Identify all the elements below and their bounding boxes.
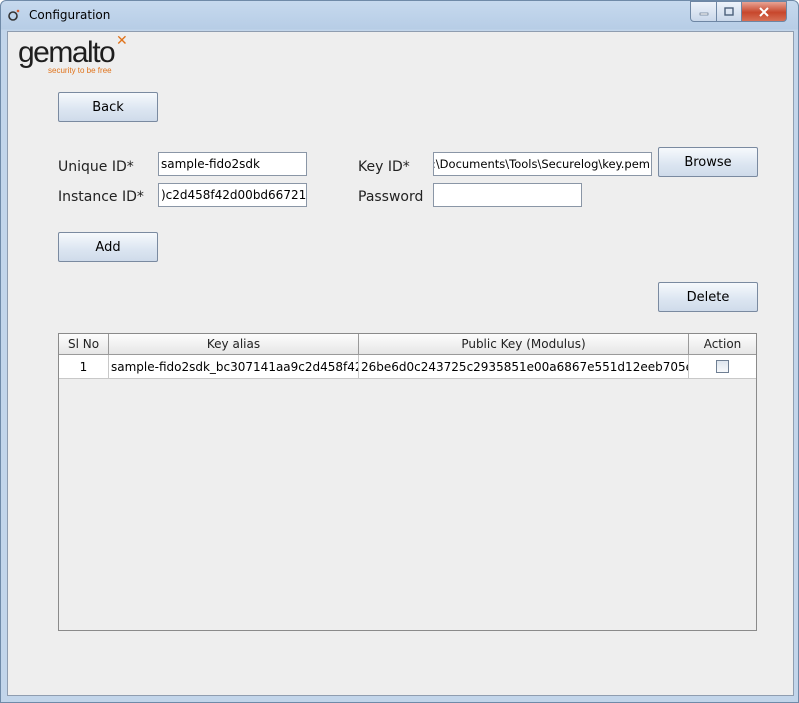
- logo-wordmark: gemalto: [18, 36, 116, 69]
- row-select-checkbox[interactable]: [716, 360, 729, 373]
- add-button[interactable]: Add: [58, 232, 158, 262]
- delete-button[interactable]: Delete: [658, 282, 758, 312]
- close-button[interactable]: [742, 1, 787, 22]
- maximize-button[interactable]: [717, 1, 742, 22]
- password-input[interactable]: [433, 183, 582, 207]
- unique-id-input[interactable]: sample-fido2sdk: [158, 152, 307, 176]
- instance-id-input[interactable]: )c2d458f42d00bd6672170: [158, 183, 307, 207]
- table-row[interactable]: 1 sample-fido2sdk_bc307141aa9c2d458f42..…: [59, 355, 756, 379]
- java-cup-icon: [8, 9, 20, 21]
- browse-button[interactable]: Browse: [658, 147, 758, 177]
- key-id-label: Key ID*: [358, 159, 410, 175]
- password-label: Password: [358, 189, 424, 205]
- window-controls: [690, 1, 787, 22]
- cell-public-key: 26be6d0c243725c2935851e00a6867e551d12eeb…: [359, 355, 689, 378]
- logo-tagline: security to be free: [48, 66, 112, 75]
- instance-id-label: Instance ID*: [58, 189, 144, 205]
- back-button[interactable]: Back: [58, 92, 158, 122]
- column-header-key-alias[interactable]: Key alias: [109, 334, 359, 354]
- keys-table: Sl No Key alias Public Key (Modulus) Act…: [58, 333, 757, 631]
- cell-key-alias: sample-fido2sdk_bc307141aa9c2d458f42...: [109, 355, 359, 378]
- column-header-public-key[interactable]: Public Key (Modulus): [359, 334, 689, 354]
- column-header-action[interactable]: Action: [689, 334, 756, 354]
- minimize-icon: [699, 12, 708, 15]
- cell-action: [689, 355, 756, 378]
- column-header-sl-no[interactable]: Sl No: [59, 334, 109, 354]
- window-title: Configuration: [29, 8, 111, 22]
- cell-sl-no: 1: [59, 355, 109, 378]
- gemalto-logo: gemalto ✕ security to be free: [18, 33, 138, 78]
- table-header: Sl No Key alias Public Key (Modulus) Act…: [59, 334, 756, 355]
- logo-star-icon: ✕: [116, 33, 128, 49]
- minimize-button[interactable]: [690, 1, 717, 22]
- title-bar[interactable]: Configuration: [0, 0, 799, 32]
- unique-id-label: Unique ID*: [58, 159, 134, 175]
- key-id-value: Z:\Documents\Tools\Securelog\key.pem: [433, 157, 650, 171]
- key-id-input[interactable]: Z:\Documents\Tools\Securelog\key.pem: [433, 152, 652, 176]
- close-icon: [759, 6, 769, 17]
- maximize-icon: [724, 6, 734, 16]
